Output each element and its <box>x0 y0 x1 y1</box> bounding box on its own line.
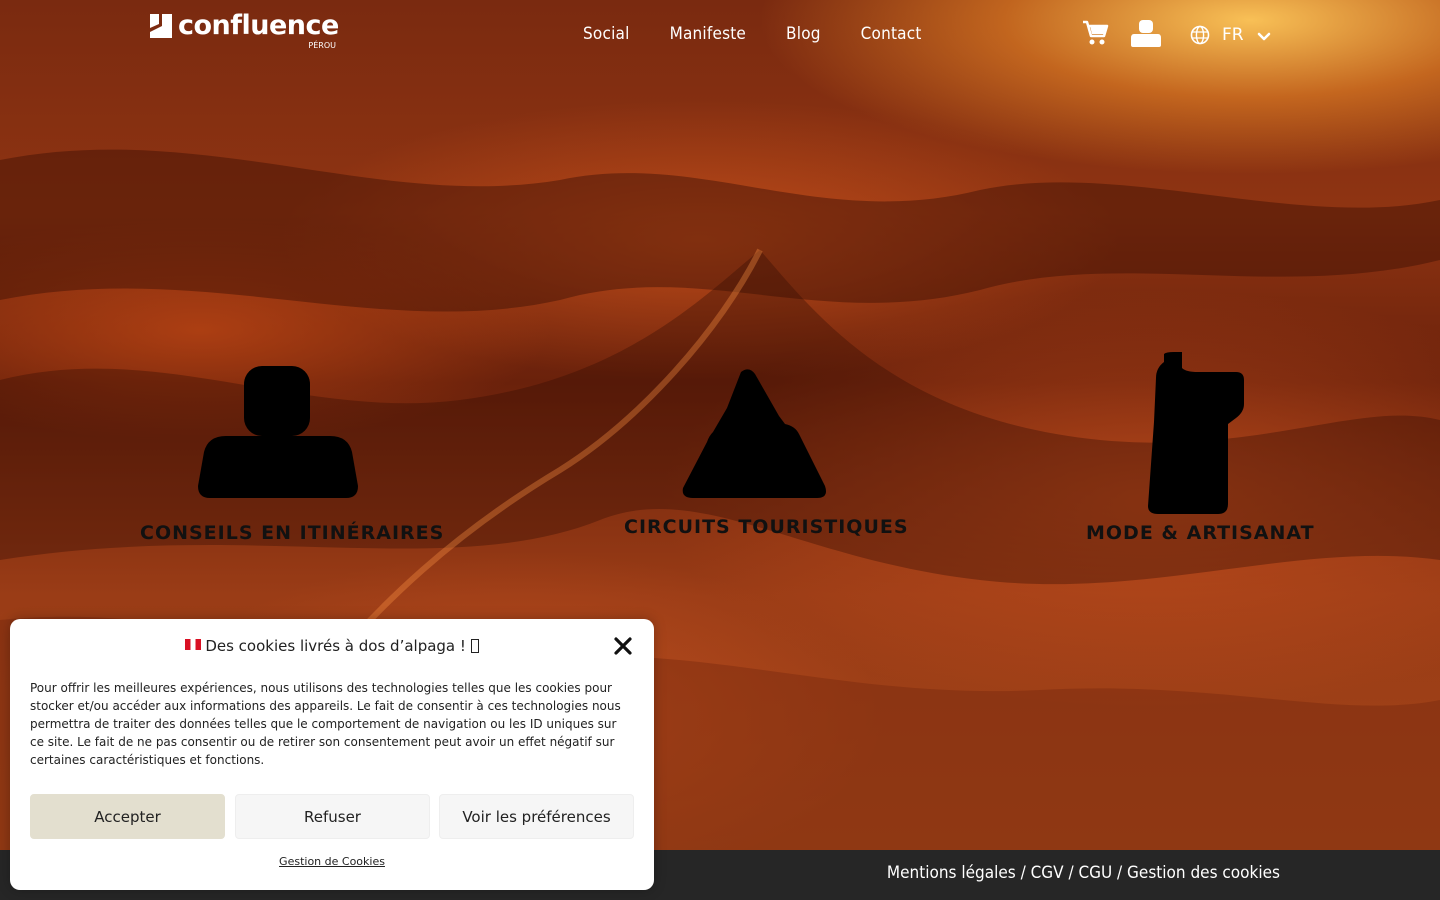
chevron-down-icon <box>1257 32 1270 41</box>
category-artisanat[interactable]: MODE & ARTISANAT <box>1086 352 1315 544</box>
nav-contact[interactable]: Contact <box>861 22 922 46</box>
cookie-description: Pour offrir les meilleures expériences, … <box>30 681 621 767</box>
category-label: CONSEILS EN ITINÉRAIRES <box>140 522 445 544</box>
cookie-title: Des cookies livrés à dos d’alpaga ! <box>10 636 654 656</box>
main-nav: Social Manifeste Blog Contact <box>583 22 922 46</box>
person-icon <box>198 366 358 498</box>
nav-social[interactable]: Social <box>583 22 630 46</box>
cookie-title-text: Des cookies livrés à dos d’alpaga ! <box>205 637 471 655</box>
language-selector[interactable]: FR <box>1190 23 1271 47</box>
garment-icon <box>1148 352 1244 514</box>
cart-icon[interactable] <box>1082 20 1109 46</box>
category-itineraires[interactable]: CONSEILS EN ITINÉRAIRES <box>140 366 445 544</box>
user-icon[interactable] <box>1130 20 1162 47</box>
logo-mark-icon <box>150 14 172 38</box>
logo-subtitle: PÉROU <box>308 41 336 50</box>
accept-button[interactable]: Accepter <box>30 794 225 839</box>
cookie-management-link[interactable]: Gestion de Cookies <box>10 855 654 868</box>
language-label: FR <box>1222 25 1244 45</box>
category-label: MODE & ARTISANAT <box>1086 522 1315 544</box>
site-header: confluence PÉROU Social Manifeste Blog C… <box>0 0 1440 70</box>
peru-flag-icon <box>185 639 202 650</box>
logo-text: confluence <box>178 10 339 41</box>
mountain-icon <box>682 369 826 498</box>
category-circuits[interactable]: CIRCUITS TOURISTIQUES <box>624 368 909 538</box>
cookie-banner: Des cookies livrés à dos d’alpaga ! Pour… <box>10 619 654 890</box>
preferences-button[interactable]: Voir les préférences <box>439 794 634 839</box>
nav-blog[interactable]: Blog <box>786 22 821 46</box>
logo[interactable]: confluence <box>150 12 339 40</box>
emoji-glyph-icon <box>470 639 479 653</box>
footer-legal-links[interactable]: Mentions légales / CGV / CGU / Gestion d… <box>887 861 1280 885</box>
category-label: CIRCUITS TOURISTIQUES <box>624 516 909 538</box>
close-icon[interactable] <box>614 637 632 655</box>
globe-icon <box>1190 25 1210 45</box>
refuse-button[interactable]: Refuser <box>235 794 430 839</box>
nav-manifeste[interactable]: Manifeste <box>670 22 746 46</box>
